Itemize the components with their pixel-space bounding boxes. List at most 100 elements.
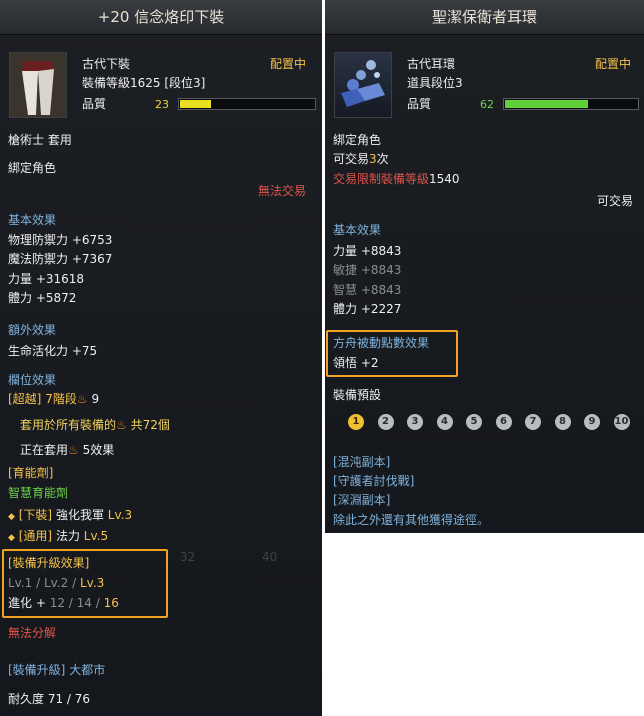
elixir-title: [育能劑]: [8, 466, 54, 480]
item-tooltip-earring: 聖潔保衛者耳環 古代耳環 配置中 道具段位3 品質 62 綁定角色 可交易3次 …: [325, 0, 644, 533]
equipped-status: 配置中: [270, 57, 307, 71]
stat-row: 體力 +2227: [333, 302, 402, 316]
flame-icon: ♨: [116, 418, 127, 432]
equip-preset-title: 裝備預設: [333, 388, 382, 402]
transcend-active-text: 正在套用: [20, 443, 69, 457]
item-type: 古代下裝: [82, 57, 131, 71]
upgrade-tag: [裝備升級]: [8, 663, 66, 677]
equip-preset-8[interactable]: 8: [554, 414, 571, 430]
tradeable-status: 可交易: [597, 194, 634, 208]
flame-icon: ♨: [76, 392, 88, 406]
transcend-all-text: 套用於所有裝備的: [20, 418, 117, 432]
class-requirement: 槍術士 套用: [8, 133, 72, 147]
bind-status: 綁定角色: [333, 133, 382, 147]
equipped-status: 配置中: [595, 57, 632, 71]
sources-note: 除此之外還有其他獲得途徑。: [333, 513, 490, 527]
ark-passive-title: 方舟被動點數效果: [333, 336, 430, 350]
equip-preset-1[interactable]: 1: [348, 414, 364, 430]
trade-count-value: 3: [369, 152, 377, 166]
elixir-level: Lv.5: [83, 529, 109, 543]
elixir-slot: [通用]: [18, 529, 53, 543]
transcend-tag: [超越]: [8, 392, 42, 406]
quality-bar-fill: [180, 100, 212, 108]
equip-preset-5[interactable]: 5: [466, 414, 482, 430]
elixir-effect: 法力: [55, 529, 80, 543]
transcend-count: 9: [91, 392, 100, 406]
quality-label: 品質: [407, 97, 432, 111]
extra-effects-title: 額外效果: [8, 323, 57, 337]
equip-preset-10[interactable]: 10: [613, 414, 630, 430]
diamond-icon: ◆: [8, 512, 15, 522]
upgrade-level: Lv.2: [43, 576, 69, 590]
bind-status: 綁定角色: [8, 161, 57, 175]
cannot-decompose: 無法分解: [8, 626, 57, 640]
equip-preset-3[interactable]: 3: [407, 414, 423, 430]
elixir-slot: [下裝]: [18, 508, 53, 522]
evolution-value-current: 16: [103, 596, 119, 610]
upgrade-place: 大都市: [69, 663, 106, 677]
upgrade-level-current: Lv.3: [79, 576, 105, 590]
basic-effects-title: 基本效果: [333, 223, 382, 237]
transcend-active-count: 5效果: [82, 443, 115, 457]
bg-number: 32: [180, 550, 196, 564]
upgrade-source: [裝備升級] 大都市: [8, 662, 105, 678]
quality-bar: [503, 98, 639, 110]
equip-preset-6[interactable]: 6: [495, 414, 512, 430]
basic-effects-title: 基本效果: [8, 213, 57, 227]
transcend-all-row: 套用於所有裝備的♨ 共72個: [20, 417, 170, 433]
basic-effect: 力量 +31618: [8, 272, 85, 286]
flame-icon: ♨: [68, 443, 79, 457]
quality-bar: [178, 98, 316, 110]
equip-preset-4[interactable]: 4: [436, 414, 453, 430]
equip-preset-7[interactable]: 7: [525, 414, 541, 430]
item-tier: 道具段位3: [407, 76, 463, 90]
elixir-level: Lv.3: [107, 508, 133, 522]
upgrade-level: Lv.1: [8, 576, 33, 590]
basic-effect: 物理防禦力 +6753: [8, 233, 113, 247]
extra-effect: 生命活化力 +75: [8, 344, 98, 358]
earring-item-icon: [334, 52, 392, 118]
upgrade-levels: Lv.1 / Lv.2 / Lv.3: [8, 576, 105, 590]
source-link[interactable]: [守護者討伐戰]: [333, 473, 414, 489]
quality-value: 23: [155, 98, 169, 111]
trade-count-suffix: 次: [376, 152, 389, 166]
pants-item-icon: [9, 52, 67, 118]
basic-effect: 體力 +5872: [8, 291, 77, 305]
stat-row: 智慧 +8843: [333, 283, 402, 297]
trade-status: 無法交易: [258, 184, 307, 198]
item-tooltip-pants: +20 信念烙印下裝 古代下裝 配置中 裝備等級1625 [段位3] 品質 23…: [0, 0, 322, 716]
ark-passive-value: 領悟 +2: [333, 356, 379, 370]
elixir-effect: 強化我軍: [55, 508, 104, 522]
elixir-name: 智慧育能劑: [8, 486, 69, 500]
item-level: 裝備等級1625 [段位3]: [82, 76, 206, 90]
evolution-value: 12: [49, 596, 65, 610]
evolution-label: 進化 +: [8, 596, 46, 610]
diamond-icon: ◆: [8, 533, 15, 543]
transcend-active-row: 正在套用♨ 5效果: [20, 442, 114, 458]
slot-effects-title: 欄位效果: [8, 373, 57, 387]
equip-preset-2[interactable]: 2: [377, 414, 394, 430]
transcend-all-count: 共72個: [130, 418, 170, 432]
source-link[interactable]: [深淵副本]: [333, 492, 390, 508]
quality-label: 品質: [82, 97, 107, 111]
trade-count-prefix: 可交易: [333, 152, 370, 166]
stat-row: 敏捷 +8843: [333, 263, 402, 277]
upgrade-evolution: 進化 + 12 / 14 / 16: [8, 596, 119, 610]
transcend-stage: 7階段: [45, 392, 77, 406]
equip-preset-9[interactable]: 9: [584, 414, 600, 430]
item-type: 古代耳環: [407, 57, 456, 71]
source-link[interactable]: [混沌副本]: [333, 454, 390, 470]
transcend-row: [超越] 7階段♨ 9: [8, 391, 99, 407]
upgrade-effect-title: [裝備升級效果]: [8, 556, 90, 570]
evolution-value: 14: [76, 596, 92, 610]
bg-number: 40: [262, 550, 278, 564]
basic-effect: 魔法防禦力 +7367: [8, 252, 113, 266]
trade-count: 可交易3次: [333, 151, 389, 167]
trade-limit-label: 交易限制裝備等級: [333, 172, 430, 186]
tooltip-title: +20 信念烙印下裝: [0, 0, 322, 35]
stat-row: 力量 +8843: [333, 244, 402, 258]
tooltip-title: 聖潔保衛者耳環: [325, 0, 644, 35]
elixir-row: ◆ [下裝] 強化我軍 Lv.3: [8, 507, 132, 525]
trade-limit-value: 1540: [429, 172, 460, 186]
elixir-row: ◆ [通用] 法力 Lv.5: [8, 528, 108, 546]
